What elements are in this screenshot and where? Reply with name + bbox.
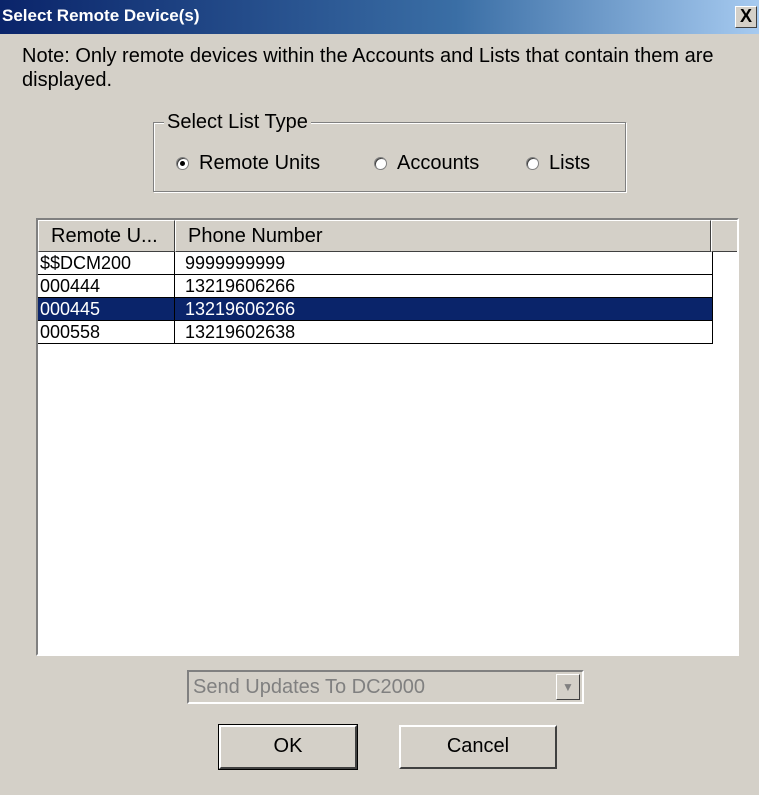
- phone-number-cell: 13219606266: [175, 275, 713, 298]
- remote-unit-cell: $$DCM200: [38, 252, 175, 275]
- send-updates-combobox: Send Updates To DC2000 ▼: [187, 670, 584, 704]
- table-row-selected[interactable]: 000445 13219606266: [38, 298, 713, 321]
- radio-lists[interactable]: Lists: [526, 150, 590, 176]
- column-header-phone-number[interactable]: Phone Number: [175, 220, 711, 252]
- radio-unchecked-icon: [374, 156, 387, 170]
- table-row[interactable]: 000558 13219602638: [38, 321, 713, 344]
- column-header-filler: [711, 220, 737, 252]
- phone-number-cell: 9999999999: [175, 252, 713, 275]
- combobox-value: Send Updates To DC2000: [193, 676, 426, 698]
- radio-remote-units[interactable]: Remote Units: [176, 150, 320, 176]
- remote-unit-cell: 000558: [38, 321, 175, 344]
- listview-header: Remote U... Phone Number: [38, 220, 737, 252]
- remote-unit-cell: 000445: [38, 298, 175, 321]
- select-remote-devices-dialog: Select Remote Device(s) X Note: Only rem…: [0, 0, 759, 795]
- radio-unchecked-icon: [526, 156, 539, 170]
- table-row[interactable]: 000444 13219606266: [38, 275, 713, 298]
- remote-devices-listview[interactable]: Remote U... Phone Number $$DCM200 999999…: [36, 218, 739, 656]
- window-title: Select Remote Device(s): [2, 6, 200, 25]
- table-row[interactable]: $$DCM200 9999999999: [38, 252, 713, 275]
- radio-checked-icon: [176, 156, 189, 170]
- dropdown-arrow-button: ▼: [556, 674, 580, 700]
- radio-label: Lists: [549, 151, 591, 174]
- cancel-button[interactable]: Cancel: [399, 725, 557, 769]
- close-button[interactable]: X: [735, 6, 757, 28]
- title-bar[interactable]: Select Remote Device(s) X: [0, 0, 759, 34]
- radio-accounts[interactable]: Accounts: [374, 150, 479, 176]
- phone-number-cell: 13219602638: [175, 321, 713, 344]
- remote-unit-cell: 000444: [38, 275, 175, 298]
- radio-label: Remote Units: [199, 151, 321, 174]
- chevron-down-icon: ▼: [562, 680, 574, 694]
- list-type-legend: Select List Type: [164, 110, 311, 134]
- listview-rows: $$DCM200 9999999999 000444 13219606266 0…: [38, 252, 713, 344]
- column-header-remote-unit[interactable]: Remote U...: [38, 220, 175, 252]
- close-icon: X: [739, 6, 752, 26]
- note-text: Note: Only remote devices within the Acc…: [22, 45, 714, 91]
- ok-button[interactable]: OK: [218, 724, 358, 770]
- phone-number-cell: 13219606266: [175, 298, 713, 321]
- radio-label: Accounts: [397, 151, 480, 174]
